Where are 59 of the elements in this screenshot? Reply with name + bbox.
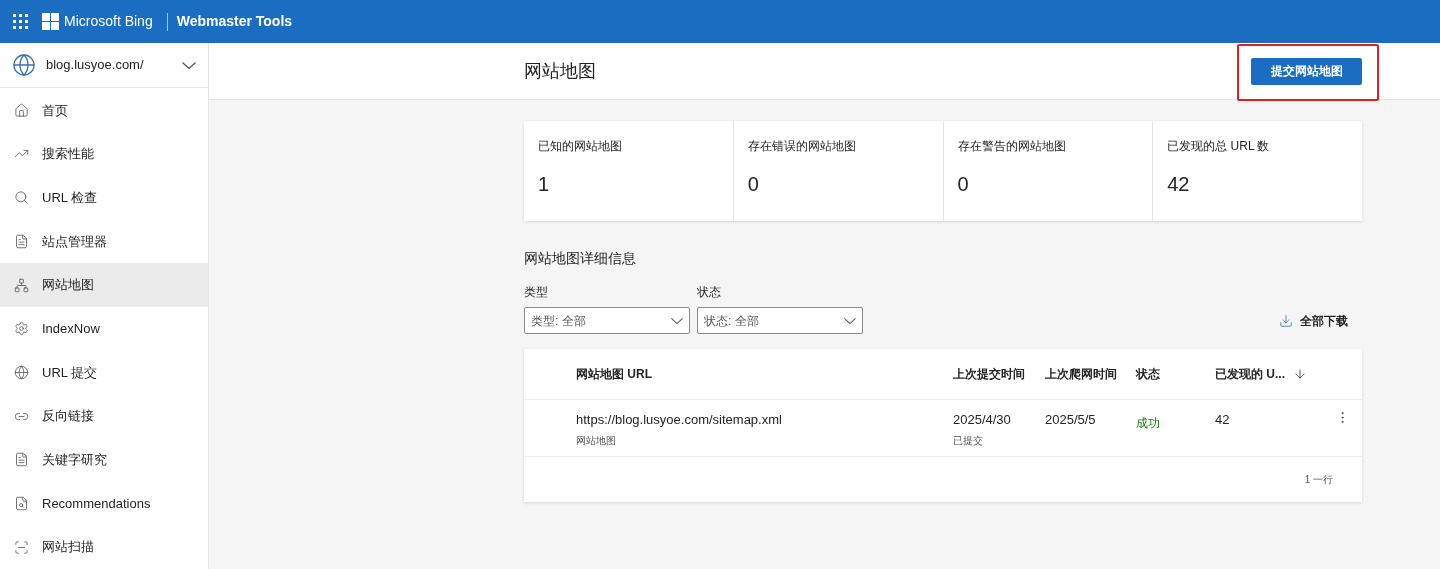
nav-item[interactable]: 反向链接 xyxy=(0,394,208,438)
submitted-note: 已提交 xyxy=(953,433,984,448)
page-title: 网站地图 xyxy=(524,59,597,83)
stat-label: 存在错误的网站地图 xyxy=(747,138,857,155)
sitemap-icon xyxy=(14,277,29,293)
brand-name: Microsoft Bing xyxy=(64,12,153,31)
stat-value: 1 xyxy=(538,172,551,197)
document-icon xyxy=(14,233,29,249)
column-header[interactable]: 网站地图 URL xyxy=(576,365,652,383)
document-search-icon xyxy=(14,495,29,511)
nav-item[interactable]: 关键字研究 xyxy=(0,437,208,482)
row-count: 1 一行 xyxy=(1304,473,1333,487)
site-selector[interactable]: blog.lusyoe.com/ xyxy=(0,43,208,89)
app-launcher-icon[interactable] xyxy=(13,14,28,29)
nav-item[interactable]: 网站扫描 xyxy=(0,525,208,569)
download-all-button[interactable]: 全部下载 xyxy=(1279,307,1348,334)
stat-label: 已发现的总 URL 数 xyxy=(1167,138,1271,155)
stat-value: 0 xyxy=(747,172,760,197)
stat-label: 已知的网站地图 xyxy=(538,138,623,155)
sitemap-type: 网站地图 xyxy=(576,433,617,448)
filter-label: 状态 xyxy=(697,284,722,301)
logo-icon xyxy=(42,13,59,30)
stat-label: 存在警告的网站地图 xyxy=(957,138,1067,155)
nav-item[interactable]: URL 检查 xyxy=(0,175,208,220)
filter-dropdown[interactable]: 状态: 全部 xyxy=(697,307,863,334)
crawled-date: 2025/5/5 xyxy=(1045,411,1097,429)
nav-item[interactable]: 首页 xyxy=(0,88,208,133)
nav-item[interactable]: 网站地图 xyxy=(0,263,208,307)
nav-item[interactable]: URL 提交 xyxy=(0,350,208,395)
stat-value: 42 xyxy=(1167,172,1191,197)
scan-icon xyxy=(14,539,29,555)
settings-icon xyxy=(14,321,29,337)
stat-value: 0 xyxy=(957,172,970,197)
column-header[interactable]: 已发现的 U... xyxy=(1215,365,1285,383)
filter-dropdown[interactable]: 类型: 全部 xyxy=(524,307,690,334)
search-icon xyxy=(14,190,29,206)
submit-sitemap-button[interactable]: 提交网站地图 xyxy=(1251,57,1362,85)
column-header[interactable]: 上次提交时间 xyxy=(953,365,1025,383)
nav-item[interactable]: 站点管理器 xyxy=(0,219,208,264)
chevron-down-icon xyxy=(182,61,196,69)
column-header[interactable]: 上次爬网时间 xyxy=(1045,365,1117,383)
chevron-down-icon xyxy=(671,317,683,324)
submitted-date: 2025/4/30 xyxy=(953,411,1012,429)
globe-icon xyxy=(14,364,29,380)
product-name: Webmaster Tools xyxy=(176,12,293,31)
home-icon xyxy=(14,102,29,118)
section-title: 网站地图详细信息 xyxy=(524,249,637,268)
status-text: 成功 xyxy=(1136,416,1160,430)
filter-label: 类型 xyxy=(524,284,549,301)
column-header[interactable]: 状态 xyxy=(1136,365,1160,383)
nav-item[interactable]: 搜索性能 xyxy=(0,132,208,176)
download-icon xyxy=(1279,313,1293,328)
nav-item[interactable]: IndexNow xyxy=(0,306,208,351)
sitemap-url[interactable]: https://blog.lusyoe.com/sitemap.xml xyxy=(576,410,953,430)
discovered-count: 42 xyxy=(1215,411,1231,429)
nav-item[interactable]: Recommendations xyxy=(0,481,208,526)
chevron-down-icon xyxy=(844,317,856,324)
document-icon xyxy=(14,452,29,468)
globe-icon xyxy=(12,53,36,78)
